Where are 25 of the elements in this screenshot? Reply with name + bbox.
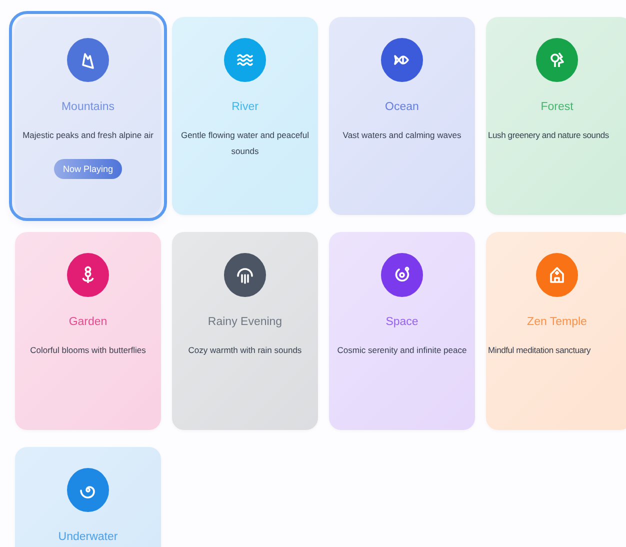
card-description: Lush greenery and nature sounds	[488, 129, 609, 142]
scene-card[interactable]: Space Cosmic serenity and infinite peace	[329, 232, 475, 430]
card-description: Cozy warmth with rain sounds	[188, 344, 302, 357]
card-title: River	[232, 101, 258, 113]
card-title: Zen Temple	[527, 316, 587, 328]
card-title: Forest	[540, 101, 574, 113]
card-description: Mindful meditation sanctuary	[488, 344, 591, 357]
card-title: Underwater	[58, 531, 118, 543]
scene-card[interactable]: Forest Lush greenery and nature sounds	[486, 17, 626, 215]
card-description: Cosmic serenity and infinite peace	[337, 344, 467, 357]
card-title: Garden	[68, 316, 108, 328]
card-title: Space	[386, 316, 418, 328]
card-description: Colorful blooms with butterflies	[30, 344, 146, 357]
scene-card[interactable]: Mountains Majestic peaks and fresh alpine air Now Playing	[15, 17, 161, 215]
scene-card[interactable]: Ocean Vast waters and calming waves	[329, 17, 475, 215]
card-description: Gentle flowing water and peaceful sounds	[180, 129, 310, 158]
card-title: Rainy Evening	[208, 316, 282, 328]
scene-card[interactable]: Zen Temple Mindful meditation sanctuary	[486, 232, 626, 430]
card-title: Ocean	[385, 101, 419, 113]
card-description: Majestic peaks and fresh alpine air	[22, 129, 154, 142]
scene-card[interactable]: River Gentle flowing water and peaceful sounds	[172, 17, 318, 215]
card-description: Vast waters and calming waves	[342, 129, 462, 142]
scene-card[interactable]: Garden Colorful blooms with butterflies	[15, 232, 161, 430]
scene-card[interactable]: Rainy Evening Cozy warmth with rain sounds	[172, 232, 318, 430]
card-title: Mountains	[61, 101, 115, 113]
